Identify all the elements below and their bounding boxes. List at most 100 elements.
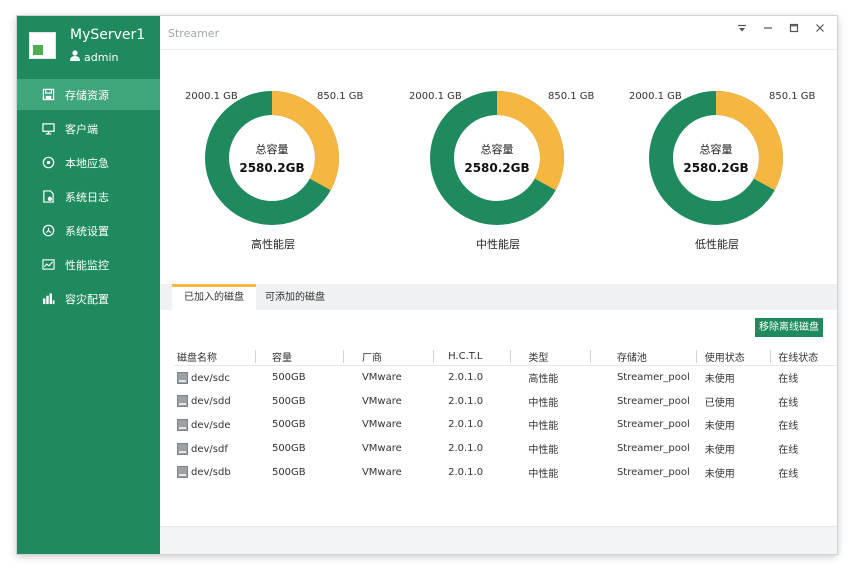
sidebar-item-system-log[interactable]: 系统日志 <box>17 181 160 212</box>
donut-center: 总容量 2580.2GB <box>648 90 784 226</box>
table-row[interactable]: dev/sdf 500GB VMware 2.0.1.0 中性能 Streamer_poo… <box>174 437 837 461</box>
app-window: MyServer1 admin 存储资源 客户端 本地应急 系统日志 系统设置 … <box>17 16 837 554</box>
close-icon <box>815 23 825 36</box>
monitor-icon <box>41 122 55 136</box>
table-cell: 2.0.1.0 <box>448 372 484 384</box>
table-cell: Streamer_pool <box>616 466 690 478</box>
table-cell: dev/sdb <box>174 460 256 484</box>
table-cell: 在线 <box>778 445 799 457</box>
chart-icon <box>41 258 55 272</box>
table-cell: Streamer_pool <box>616 443 690 455</box>
column-header[interactable]: 类型 <box>511 348 591 366</box>
table-cell: 未使用 <box>704 421 735 433</box>
table-cell: 在线 <box>778 468 799 480</box>
table-cell: VMware <box>361 395 402 407</box>
disk-icon <box>177 371 188 384</box>
donut-center: 总容量 2580.2GB <box>429 90 565 226</box>
disk-icon <box>177 442 188 455</box>
table-row[interactable]: dev/sdd 500GB VMware 2.0.1.0 中性能 Streamer_poo… <box>174 390 837 414</box>
tier-card-mid: 总容量 2580.2GB 2000.1 GB 850.1 GB 中性能层 <box>385 49 611 289</box>
table-cell: dev/sde <box>174 413 256 437</box>
sidebar-item-label: 系统日志 <box>65 190 109 204</box>
window-controls <box>731 20 831 38</box>
sidebar-item-label: 存储资源 <box>65 88 109 102</box>
table-cell: 2.0.1.0 <box>448 395 484 407</box>
table-cell: 2.0.1.0 <box>448 419 484 431</box>
table-cell: 500GB <box>271 395 306 407</box>
sidebar-item-label: 本地应急 <box>65 156 109 170</box>
column-header[interactable]: 在线状态 <box>771 348 837 366</box>
table-row[interactable]: dev/sdb 500GB VMware 2.0.1.0 中性能 Streamer_poo… <box>174 460 837 484</box>
close-button[interactable] <box>809 20 831 38</box>
free-capacity-label: 2000.1 GB <box>185 91 238 102</box>
table-cell: 中性能 <box>528 468 559 480</box>
app-title: Streamer <box>168 27 220 40</box>
maximize-button[interactable] <box>783 20 805 38</box>
column-header[interactable]: 存储池 <box>590 348 697 366</box>
status-footer <box>160 526 837 554</box>
sidebar-item-performance[interactable]: 性能监控 <box>17 249 160 280</box>
tab-joined-disks[interactable]: 已加入的磁盘 <box>172 284 256 310</box>
table-cell: Streamer_pool <box>616 419 690 431</box>
table-cell: Streamer_pool <box>616 372 690 384</box>
disk-icon <box>177 395 188 408</box>
table-cell: 在线 <box>778 397 799 409</box>
table-cell: dev/sdd <box>174 390 256 414</box>
dropdown-menu-button[interactable] <box>731 20 753 38</box>
title-bar: Streamer <box>160 16 837 50</box>
table-row[interactable]: dev/sde 500GB VMware 2.0.1.0 中性能 Streamer_poo… <box>174 413 837 437</box>
user-icon <box>70 50 80 64</box>
maximize-icon <box>789 23 799 36</box>
total-capacity-value: 2580.2GB <box>464 161 530 175</box>
sidebar-item-clients[interactable]: 客户端 <box>17 113 160 144</box>
table-cell: VMware <box>361 372 402 384</box>
table-cell: 未使用 <box>704 374 735 386</box>
table-cell: 中性能 <box>528 397 559 409</box>
username: admin <box>84 50 119 64</box>
sidebar-item-storage[interactable]: 存储资源 <box>17 79 160 110</box>
table-cell: Streamer_pool <box>616 395 690 407</box>
disk-tabs: 已加入的磁盘 可添加的磁盘 <box>160 284 837 310</box>
total-capacity-value: 2580.2GB <box>239 161 305 175</box>
disk-icon <box>177 466 188 479</box>
sidebar-item-label: 容灾配置 <box>65 292 109 306</box>
disk-table: 磁盘名称 容量 厂商 H.C.T.L 类型 存储池 使用状态 在线状态 dev/… <box>174 348 837 484</box>
minimize-button[interactable] <box>757 20 779 38</box>
table-cell: 500GB <box>271 372 306 384</box>
server-name: MyServer1 <box>70 27 146 43</box>
disk-icon <box>177 418 188 431</box>
tab-available-disks[interactable]: 可添加的磁盘 <box>253 284 337 310</box>
table-cell: VMware <box>361 466 402 478</box>
sidebar: MyServer1 admin 存储资源 客户端 本地应急 系统日志 系统设置 … <box>17 16 160 554</box>
table-row[interactable]: dev/sdc 500GB VMware 2.0.1.0 高性能 Streamer_poo… <box>174 366 837 390</box>
total-capacity-label: 总容量 <box>699 143 733 156</box>
tier-name: 中性能层 <box>476 238 520 251</box>
table-cell: VMware <box>361 419 402 431</box>
server-avatar <box>29 32 56 59</box>
sidebar-item-system-settings[interactable]: 系统设置 <box>17 215 160 246</box>
used-capacity-label: 850.1 GB <box>769 91 816 102</box>
table-cell: dev/sdf <box>174 437 256 461</box>
used-capacity-label: 850.1 GB <box>548 91 595 102</box>
table-cell: 高性能 <box>528 374 559 386</box>
table-cell: 500GB <box>271 419 306 431</box>
sidebar-item-local-emergency[interactable]: 本地应急 <box>17 147 160 178</box>
used-capacity-label: 850.1 GB <box>317 91 364 102</box>
column-header[interactable]: 使用状态 <box>696 348 772 366</box>
remove-offline-disks-button[interactable]: 移除离线磁盘 <box>755 318 823 337</box>
menu-dropdown-icon <box>737 23 747 36</box>
table-cell: 在线 <box>778 374 799 386</box>
backup-icon <box>41 292 55 306</box>
table-cell: 2.0.1.0 <box>448 466 484 478</box>
log-icon <box>41 190 55 204</box>
sidebar-item-disaster-recovery[interactable]: 容灾配置 <box>17 283 160 314</box>
table-cell: 未使用 <box>704 468 735 480</box>
sidebar-nav: 存储资源 客户端 本地应急 系统日志 系统设置 性能监控 容灾配置 <box>17 79 160 317</box>
table-header-row: 磁盘名称 容量 厂商 H.C.T.L 类型 存储池 使用状态 在线状态 <box>174 348 837 366</box>
table-cell: 中性能 <box>528 445 559 457</box>
column-header[interactable]: 容量 <box>255 348 344 366</box>
sidebar-item-label: 系统设置 <box>65 224 109 238</box>
column-header[interactable]: 磁盘名称 <box>174 348 256 366</box>
column-header[interactable]: H.C.T.L <box>434 348 512 366</box>
column-header[interactable]: 厂商 <box>343 348 435 366</box>
